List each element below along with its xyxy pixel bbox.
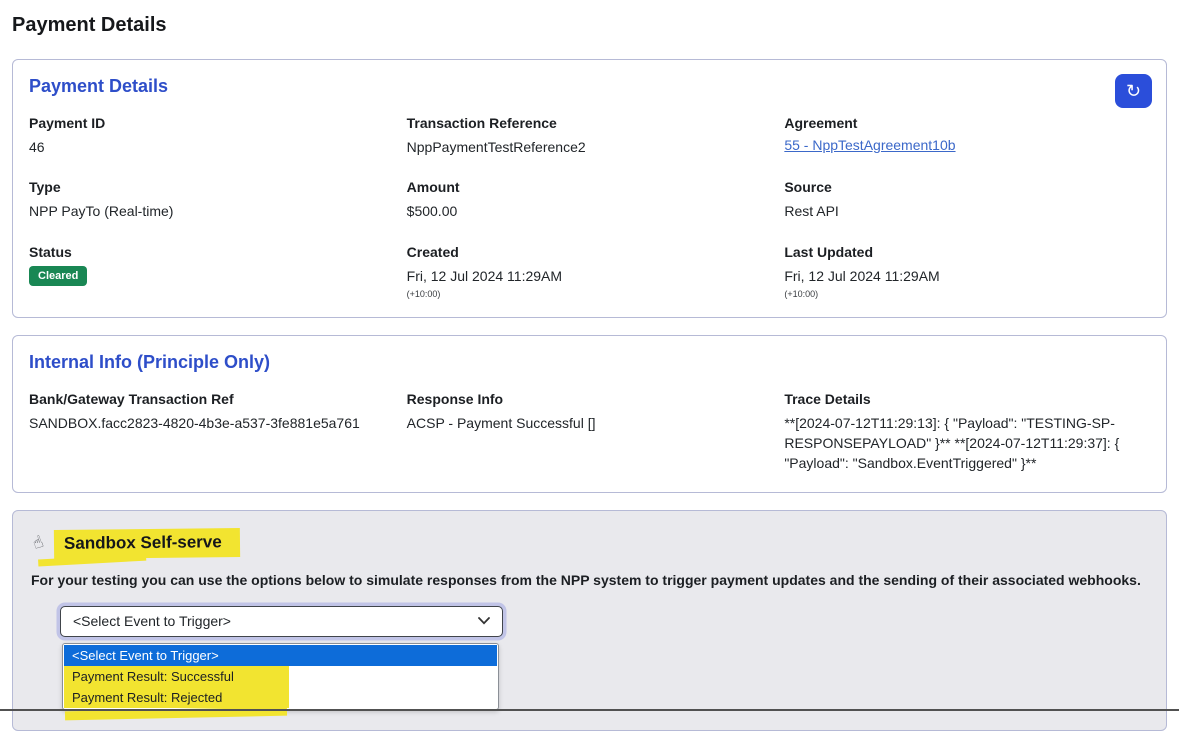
field-transaction-reference: Transaction Reference NppPaymentTestRefe… [407,115,773,157]
field-label: Type [29,179,395,195]
agreement-link[interactable]: 55 - NppTestAgreement10b [784,137,955,153]
field-value: Fri, 12 Jul 2024 11:29AM [407,266,773,286]
field-label: Agreement [784,115,1150,131]
internal-card-heading: Internal Info (Principle Only) [29,352,1150,373]
hand-pointer-icon: ☝ [30,532,47,554]
field-value: NppPaymentTestReference2 [407,137,773,157]
internal-info-card: Internal Info (Principle Only) Bank/Gate… [12,335,1167,493]
sandbox-heading-row: ☝ Sandbox Self-serve [33,529,1150,558]
field-bank-gateway-ref: Bank/Gateway Transaction Ref SANDBOX.fac… [29,391,395,474]
sandbox-card: ☝ Sandbox Self-serve For your testing yo… [12,510,1167,731]
field-value: 46 [29,137,395,157]
field-source: Source Rest API [784,179,1150,221]
internal-fields-grid: Bank/Gateway Transaction Ref SANDBOX.fac… [29,391,1150,474]
field-label: Payment ID [29,115,395,131]
field-label: Created [407,244,773,260]
field-response-info: Response Info ACSP - Payment Successful … [407,391,773,474]
field-payment-id: Payment ID 46 [29,115,395,157]
field-status: Status Cleared [29,244,395,299]
event-select[interactable]: <Select Event to Trigger> [60,606,503,637]
field-label: Status [29,244,395,260]
field-label: Response Info [407,391,773,407]
event-select-area: <Select Event to Trigger> <Select Event … [60,606,1150,710]
field-label: Source [784,179,1150,195]
field-label: Transaction Reference [407,115,773,131]
field-created: Created Fri, 12 Jul 2024 11:29AM (+10:00… [407,244,773,299]
field-type: Type NPP PayTo (Real-time) [29,179,395,221]
field-value: Rest API [784,201,1150,221]
option-select-event-to-trigger[interactable]: <Select Event to Trigger> [64,645,497,666]
field-value: ACSP - Payment Successful [] [407,413,773,433]
payment-card-heading: Payment Details [29,76,1150,97]
field-last-updated: Last Updated Fri, 12 Jul 2024 11:29AM (+… [784,244,1150,299]
field-trace-details: Trace Details **[2024-07-12T11:29:13]: {… [784,391,1150,474]
payment-fields-grid: Payment ID 46 Transaction Reference NppP… [29,115,1150,299]
field-label: Bank/Gateway Transaction Ref [29,391,395,407]
event-select-value: <Select Event to Trigger> [73,613,231,629]
sandbox-heading: Sandbox Self-serve [54,528,240,559]
sandbox-description: For your testing you can use the options… [31,572,1150,588]
field-value: **[2024-07-12T11:29:13]: { "Payload": "T… [784,413,1150,474]
field-value: NPP PayTo (Real-time) [29,201,395,221]
refresh-button[interactable]: ↻ [1115,74,1152,108]
field-value: SANDBOX.facc2823-4820-4b3e-a537-3fe881e5… [29,413,395,433]
option-payment-result-rejected[interactable]: Payment Result: Rejected [64,687,497,708]
chevron-down-icon [478,617,490,625]
option-payment-result-successful[interactable]: Payment Result: Successful [64,666,497,687]
timezone-note: (+10:00) [784,289,1150,299]
field-value: Fri, 12 Jul 2024 11:29AM [784,266,1150,286]
page-title: Payment Details [12,14,1167,37]
status-badge: Cleared [29,266,87,286]
refresh-icon: ↻ [1126,82,1141,100]
field-label: Last Updated [784,244,1150,260]
field-label: Amount [407,179,773,195]
field-amount: Amount $500.00 [407,179,773,221]
field-agreement: Agreement 55 - NppTestAgreement10b [784,115,1150,157]
timezone-note: (+10:00) [407,289,773,299]
field-label: Trace Details [784,391,1150,407]
bottom-divider [0,709,1179,711]
page-container: Payment Details ↻ Payment Details Paymen… [0,0,1179,731]
field-value: $500.00 [407,201,773,221]
payment-details-card: ↻ Payment Details Payment ID 46 Transact… [12,59,1167,318]
event-options-list: <Select Event to Trigger> Payment Result… [62,643,499,710]
